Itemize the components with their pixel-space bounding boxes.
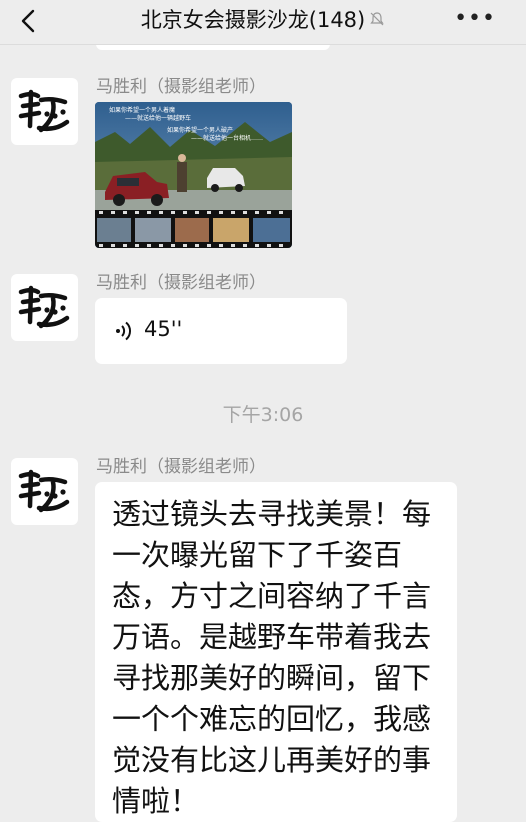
voice-wave-icon [116,321,132,341]
image-message[interactable]: 如果你希望一个男人着魔 ——就送给他一辆越野车 如果你希望一个男人破产 ——就送… [95,102,292,248]
message-timestamp: 下午3:06 [222,404,304,426]
text-message-bubble[interactable]: 透过镜头去寻找美景！每一次曝光留下了千姿百态，方寸之间容纳了千言万语。是越野车带… [95,482,457,822]
offroad-car-photo: 如果你希望一个男人着魔 ——就送给他一辆越野车 如果你希望一个男人破产 ——就送… [95,102,292,248]
sender-name: 马胜利（摄影组老师） [96,457,266,477]
bell-off-icon [370,12,384,26]
chat-header: 北京女会摄影沙龙(148) ••• [0,0,526,45]
text-message-body: 透过镜头去寻找美景！每一次曝光留下了千姿百态，方寸之间容纳了千言万语。是越野车带… [112,497,432,818]
voice-duration: 45'' [144,317,183,341]
sender-avatar[interactable] [11,458,78,525]
more-dots-icon: ••• [454,6,496,31]
sender-avatar[interactable] [11,78,78,145]
calligraphy-avatar-icon [18,89,70,133]
calligraphy-avatar-icon [18,285,70,329]
sender-name: 马胜利（摄影组老师） [96,77,266,97]
photo-caption-2: ——就送给他一辆越野车 [125,114,191,122]
photo-caption-3: 如果你希望一个男人破产 [167,126,233,134]
sender-name: 马胜利（摄影组老师） [96,273,266,293]
calligraphy-avatar-icon [18,469,70,513]
voice-message[interactable]: 45'' [95,298,347,364]
sender-avatar[interactable] [11,274,78,341]
photo-caption-4: ——就送给他一台相机…… [191,134,263,142]
more-button[interactable]: ••• [454,6,496,31]
photo-caption-1: 如果你希望一个男人着魔 [109,106,175,114]
chat-title: 北京女会摄影沙龙(148) [140,8,366,32]
